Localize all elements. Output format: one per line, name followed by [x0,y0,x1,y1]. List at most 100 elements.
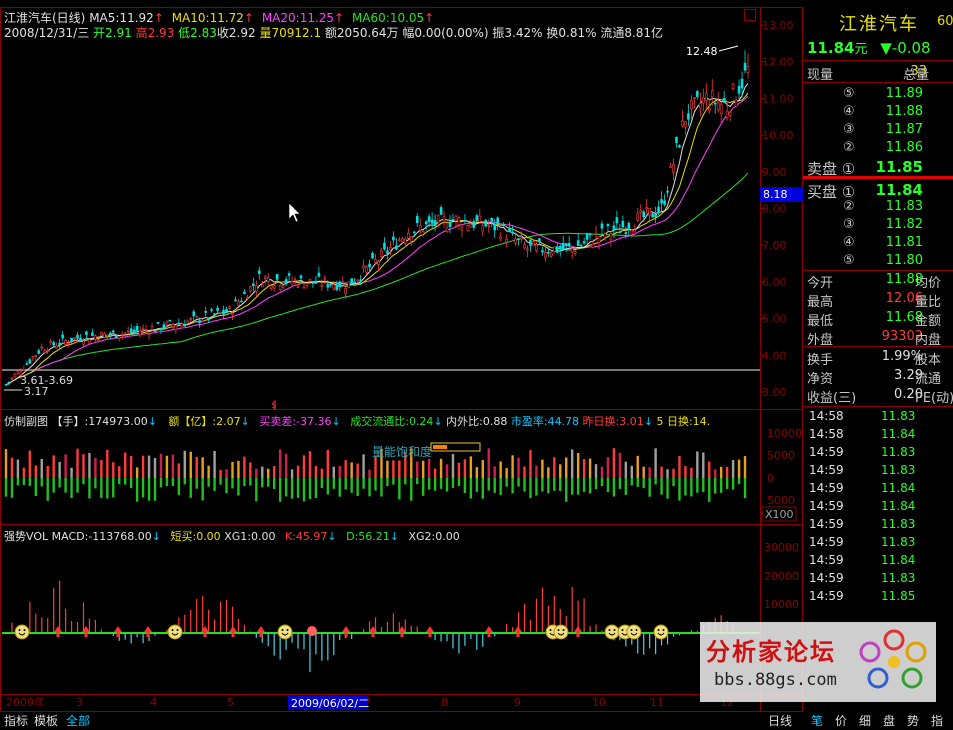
candle-body [636,213,640,221]
candle-body [252,283,255,287]
candle-body [40,346,44,349]
candle-body [332,284,336,290]
candle-body [132,329,136,332]
candle-body [180,323,184,327]
sub1-up-bar [123,452,127,478]
candle-body [323,277,327,280]
macd-pos-bar [202,595,204,633]
sub1-down-bar [4,478,8,497]
sub1-down-bar [588,478,592,494]
candle-body [615,217,619,224]
candle-body [567,242,571,247]
candle-body [55,345,58,349]
sub1-up-bar [147,455,151,478]
panel-tab[interactable]: 指 [931,712,943,729]
candle-body [13,373,17,378]
candle-body [76,334,79,339]
candle-body [97,339,100,342]
trade-row: 14:58 11.83 [809,409,916,423]
candle-body [430,219,434,224]
trade-row: 14:59 11.84 [809,553,916,567]
sub1-down-bar [82,478,85,485]
macd-neg-bar [452,633,454,649]
sub1-down-bar [88,478,91,499]
panel-tab[interactable]: 盘 [883,712,895,729]
sub1-down-bar [433,478,437,491]
macd-neg-bar [440,633,442,642]
candle-body [174,325,178,331]
macd-pos-bar [76,622,79,633]
ma20-line [5,95,749,386]
candle-body [657,206,660,213]
header-line-2: 2008/12/31/三 开2.91 高2.93 低2.83收2.92 量709… [4,26,664,40]
candle-body [91,332,94,336]
candle-body [687,113,690,120]
candle-body [532,241,535,247]
sub1-down-bar [511,478,514,494]
sub1-down-bar [52,478,55,493]
close-icon[interactable] [744,9,756,21]
candle-body [141,328,145,330]
sub1-up-bar [308,451,312,478]
candle-body [451,219,455,221]
candle-body [344,288,348,294]
sub1-up-bar [165,455,169,478]
macd-pos-bar [410,625,412,633]
candle-body [684,121,687,128]
up-arrow-icon [485,626,493,637]
candle-body [368,263,371,268]
candle-body [246,297,249,300]
panel-tab[interactable]: 价 [835,712,847,729]
sub1-down-bar [207,478,210,487]
sub1-down-bar [16,478,20,486]
ma60-line [5,172,749,386]
sub1-down-bar [606,478,610,493]
sub1-down-bar [249,478,252,486]
sub1-down-bar [159,478,163,488]
candle-body [517,238,520,240]
sub1-down-bar [374,478,377,491]
sub1-down-bar [177,478,181,495]
panel-tab[interactable]: 笔 [811,712,823,729]
panel-tab[interactable]: 势 [907,712,919,729]
candle-body [740,78,744,89]
candle-body [272,285,276,289]
sub1-up-bar [708,461,711,478]
bottom-tab-template[interactable]: 模板 [34,712,58,729]
candle-body [728,111,732,116]
macd-pos-bar [595,624,597,633]
candle-body [716,102,720,111]
candle-body [642,211,646,217]
candle-body [114,334,118,339]
candle-body [654,213,657,218]
stat-row: 最高 12.06 量比 [807,291,942,310]
sub1-up-bar [82,454,85,478]
sub1-down-bar [642,478,645,489]
sub1-down-bar [737,478,741,485]
sub1-down-bar [487,478,490,491]
sub1-up-bar [725,466,729,478]
candle-body [439,207,443,215]
sub1-down-bar [219,478,222,485]
sub1-up-bar [481,460,484,478]
bottom-tab-all[interactable]: 全部 [66,712,90,729]
sub1-down-bar [100,478,103,498]
sub1-down-bar [457,478,461,487]
candle-body [600,223,604,229]
candle-body [73,337,76,340]
year-label: 2009年 [6,695,45,709]
bottom-tab-indicator[interactable]: 指标 [4,712,28,729]
candle-body [338,281,342,288]
sub1-tick-label: 5000 [767,494,795,507]
sub1-down-bar [284,478,288,497]
chart-canvas[interactable]: 13.00 12.00 11.00 10.00 9.00 8.00 7.00 6.00 5.00… [0,0,803,712]
sub1-up-bar [642,466,645,478]
panel-tab[interactable]: 细 [859,712,871,729]
up-arrow-icon [114,626,122,637]
up-arrow-icon [257,626,265,637]
sub1-down-bar [106,478,109,499]
macd-pos-bar [589,626,591,633]
smiley-icon [626,624,642,640]
smiley-icon [604,624,620,640]
candle-body [466,225,470,231]
